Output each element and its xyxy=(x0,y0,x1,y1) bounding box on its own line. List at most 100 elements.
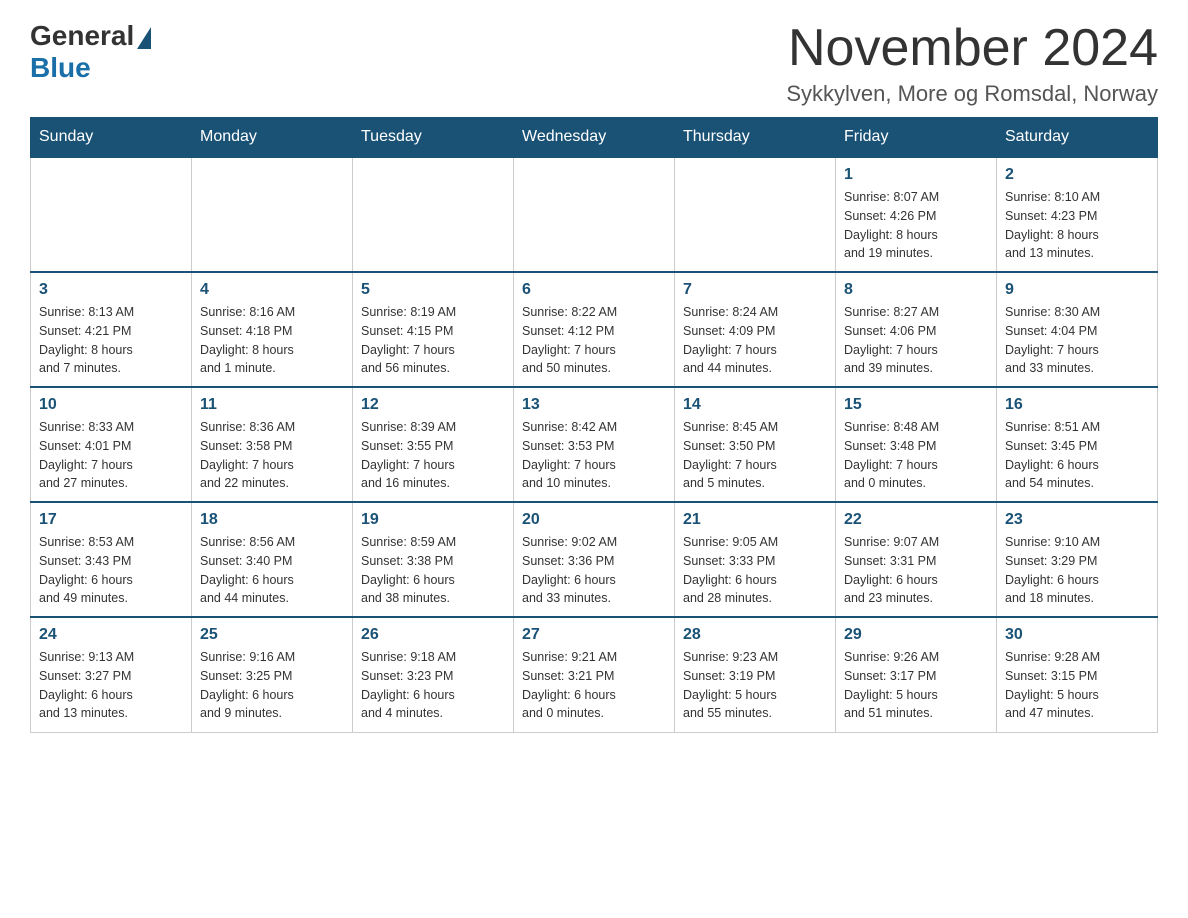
day-of-week-header: Monday xyxy=(192,118,353,158)
day-number: 19 xyxy=(361,511,505,529)
day-info: Sunrise: 8:45 AM Sunset: 3:50 PM Dayligh… xyxy=(683,418,827,493)
day-number: 17 xyxy=(39,511,183,529)
day-number: 1 xyxy=(844,166,988,184)
day-number: 2 xyxy=(1005,166,1149,184)
day-of-week-header: Saturday xyxy=(997,118,1158,158)
calendar-cell: 4 Sunrise: 8:16 AM Sunset: 4:18 PM Daylig… xyxy=(192,272,353,387)
day-number: 18 xyxy=(200,511,344,529)
calendar-cell: 24 Sunrise: 9:13 AM Sunset: 3:27 PM Dayli… xyxy=(31,617,192,732)
calendar-cell: 21 Sunrise: 9:05 AM Sunset: 3:33 PM Dayli… xyxy=(675,502,836,617)
calendar-cell: 12Sunrise: 8:39 AM Sunset: 3:55 PM Dayli… xyxy=(353,387,514,502)
day-info: Sunrise: 9:13 AM Sunset: 3:27 PM Dayligh… xyxy=(39,648,183,723)
calendar-cell: 5 Sunrise: 8:19 AM Sunset: 4:15 PM Daylig… xyxy=(353,272,514,387)
day-number: 29 xyxy=(844,626,988,644)
day-info: Sunrise: 8:48 AM Sunset: 3:48 PM Dayligh… xyxy=(844,418,988,493)
calendar-cell: 6Sunrise: 8:22 AM Sunset: 4:12 PM Daylig… xyxy=(514,272,675,387)
day-number: 24 xyxy=(39,626,183,644)
day-number: 7 xyxy=(683,281,827,299)
day-number: 12 xyxy=(361,396,505,414)
calendar-cell xyxy=(514,157,675,272)
day-of-week-header: Friday xyxy=(836,118,997,158)
calendar-cell: 22Sunrise: 9:07 AM Sunset: 3:31 PM Dayli… xyxy=(836,502,997,617)
day-number: 9 xyxy=(1005,281,1149,299)
day-number: 27 xyxy=(522,626,666,644)
week-row: 3Sunrise: 8:13 AM Sunset: 4:21 PM Daylig… xyxy=(31,272,1158,387)
day-number: 13 xyxy=(522,396,666,414)
day-info: Sunrise: 8:33 AM Sunset: 4:01 PM Dayligh… xyxy=(39,418,183,493)
day-number: 28 xyxy=(683,626,827,644)
day-number: 22 xyxy=(844,511,988,529)
logo: General Blue xyxy=(30,20,151,84)
day-info: Sunrise: 8:51 AM Sunset: 3:45 PM Dayligh… xyxy=(1005,418,1149,493)
day-of-week-header: Thursday xyxy=(675,118,836,158)
day-info: Sunrise: 9:05 AM Sunset: 3:33 PM Dayligh… xyxy=(683,533,827,608)
calendar-cell: 19 Sunrise: 8:59 AM Sunset: 3:38 PM Dayli… xyxy=(353,502,514,617)
day-info: Sunrise: 8:24 AM Sunset: 4:09 PM Dayligh… xyxy=(683,303,827,378)
week-row: 1 Sunrise: 8:07 AM Sunset: 4:26 PM Daylig… xyxy=(31,157,1158,272)
calendar-cell: 26Sunrise: 9:18 AM Sunset: 3:23 PM Dayli… xyxy=(353,617,514,732)
calendar-cell: 2 Sunrise: 8:10 AM Sunset: 4:23 PM Daylig… xyxy=(997,157,1158,272)
week-row: 17 Sunrise: 8:53 AM Sunset: 3:43 PM Dayli… xyxy=(31,502,1158,617)
day-info: Sunrise: 8:19 AM Sunset: 4:15 PM Dayligh… xyxy=(361,303,505,378)
calendar-cell: 20Sunrise: 9:02 AM Sunset: 3:36 PM Dayli… xyxy=(514,502,675,617)
day-info: Sunrise: 8:10 AM Sunset: 4:23 PM Dayligh… xyxy=(1005,188,1149,263)
day-info: Sunrise: 8:36 AM Sunset: 3:58 PM Dayligh… xyxy=(200,418,344,493)
calendar-cell xyxy=(675,157,836,272)
day-of-week-header: Tuesday xyxy=(353,118,514,158)
day-info: Sunrise: 9:18 AM Sunset: 3:23 PM Dayligh… xyxy=(361,648,505,723)
month-title: November 2024 xyxy=(786,20,1158,77)
calendar-cell xyxy=(192,157,353,272)
calendar-cell: 27 Sunrise: 9:21 AM Sunset: 3:21 PM Dayli… xyxy=(514,617,675,732)
day-number: 23 xyxy=(1005,511,1149,529)
calendar-cell xyxy=(353,157,514,272)
day-info: Sunrise: 8:42 AM Sunset: 3:53 PM Dayligh… xyxy=(522,418,666,493)
logo-general-text: General xyxy=(30,20,134,52)
calendar-cell: 16 Sunrise: 8:51 AM Sunset: 3:45 PM Dayli… xyxy=(997,387,1158,502)
day-info: Sunrise: 9:28 AM Sunset: 3:15 PM Dayligh… xyxy=(1005,648,1149,723)
day-info: Sunrise: 8:07 AM Sunset: 4:26 PM Dayligh… xyxy=(844,188,988,263)
calendar-cell: 23 Sunrise: 9:10 AM Sunset: 3:29 PM Dayli… xyxy=(997,502,1158,617)
day-info: Sunrise: 8:22 AM Sunset: 4:12 PM Dayligh… xyxy=(522,303,666,378)
day-info: Sunrise: 8:27 AM Sunset: 4:06 PM Dayligh… xyxy=(844,303,988,378)
week-row: 24 Sunrise: 9:13 AM Sunset: 3:27 PM Dayli… xyxy=(31,617,1158,732)
calendar-cell: 13 Sunrise: 8:42 AM Sunset: 3:53 PM Dayli… xyxy=(514,387,675,502)
day-info: Sunrise: 9:10 AM Sunset: 3:29 PM Dayligh… xyxy=(1005,533,1149,608)
day-info: Sunrise: 9:16 AM Sunset: 3:25 PM Dayligh… xyxy=(200,648,344,723)
title-block: November 2024 Sykkylven, More og Romsdal… xyxy=(786,20,1158,107)
calendar-table: SundayMondayTuesdayWednesdayThursdayFrid… xyxy=(30,117,1158,733)
day-number: 21 xyxy=(683,511,827,529)
day-number: 30 xyxy=(1005,626,1149,644)
calendar-cell: 28Sunrise: 9:23 AM Sunset: 3:19 PM Dayli… xyxy=(675,617,836,732)
page-header: General Blue November 2024 Sykkylven, Mo… xyxy=(30,20,1158,107)
calendar-cell: 18 Sunrise: 8:56 AM Sunset: 3:40 PM Dayli… xyxy=(192,502,353,617)
day-info: Sunrise: 8:59 AM Sunset: 3:38 PM Dayligh… xyxy=(361,533,505,608)
day-info: Sunrise: 8:53 AM Sunset: 3:43 PM Dayligh… xyxy=(39,533,183,608)
calendar-cell: 9 Sunrise: 8:30 AM Sunset: 4:04 PM Daylig… xyxy=(997,272,1158,387)
day-of-week-header: Sunday xyxy=(31,118,192,158)
calendar-cell: 11 Sunrise: 8:36 AM Sunset: 3:58 PM Dayli… xyxy=(192,387,353,502)
day-number: 25 xyxy=(200,626,344,644)
day-info: Sunrise: 9:21 AM Sunset: 3:21 PM Dayligh… xyxy=(522,648,666,723)
calendar-cell: 7 Sunrise: 8:24 AM Sunset: 4:09 PM Daylig… xyxy=(675,272,836,387)
day-number: 15 xyxy=(844,396,988,414)
calendar-cell: 1 Sunrise: 8:07 AM Sunset: 4:26 PM Daylig… xyxy=(836,157,997,272)
day-number: 5 xyxy=(361,281,505,299)
calendar-cell: 25 Sunrise: 9:16 AM Sunset: 3:25 PM Dayli… xyxy=(192,617,353,732)
calendar-cell: 3Sunrise: 8:13 AM Sunset: 4:21 PM Daylig… xyxy=(31,272,192,387)
calendar-cell: 8 Sunrise: 8:27 AM Sunset: 4:06 PM Daylig… xyxy=(836,272,997,387)
calendar-cell: 17 Sunrise: 8:53 AM Sunset: 3:43 PM Dayli… xyxy=(31,502,192,617)
day-info: Sunrise: 8:30 AM Sunset: 4:04 PM Dayligh… xyxy=(1005,303,1149,378)
day-number: 16 xyxy=(1005,396,1149,414)
location-title: Sykkylven, More og Romsdal, Norway xyxy=(786,81,1158,107)
day-of-week-header: Wednesday xyxy=(514,118,675,158)
day-info: Sunrise: 8:56 AM Sunset: 3:40 PM Dayligh… xyxy=(200,533,344,608)
calendar-cell: 10 Sunrise: 8:33 AM Sunset: 4:01 PM Dayli… xyxy=(31,387,192,502)
day-number: 10 xyxy=(39,396,183,414)
calendar-cell xyxy=(31,157,192,272)
day-number: 8 xyxy=(844,281,988,299)
week-row: 10 Sunrise: 8:33 AM Sunset: 4:01 PM Dayli… xyxy=(31,387,1158,502)
day-info: Sunrise: 8:16 AM Sunset: 4:18 PM Dayligh… xyxy=(200,303,344,378)
day-number: 11 xyxy=(200,396,344,414)
logo-arrow-icon xyxy=(137,27,151,49)
day-number: 4 xyxy=(200,281,344,299)
